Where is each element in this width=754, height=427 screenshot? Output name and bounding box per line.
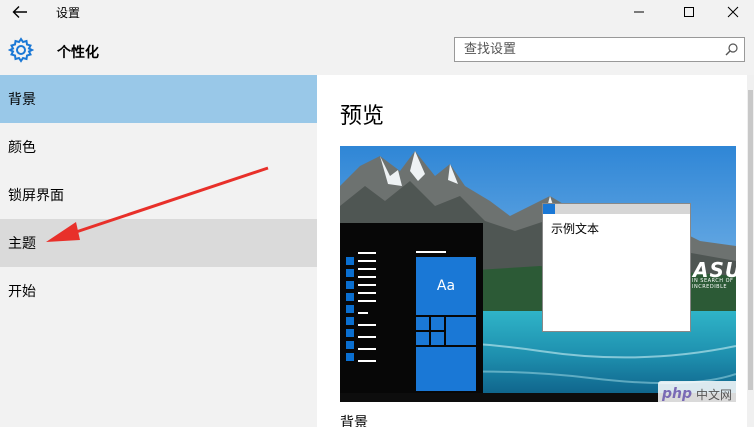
wallpaper-brand-tagline: IN SEARCH OF INCREDIBLE — [692, 278, 734, 290]
back-button[interactable] — [6, 1, 34, 23]
sidebar-item-lock-screen[interactable]: 锁屏界面 — [0, 171, 317, 219]
tile-aa: Aa — [416, 257, 476, 315]
medium-tile — [446, 317, 476, 345]
small-tile — [416, 317, 429, 330]
start-menu-line — [358, 284, 376, 286]
start-menu-line — [358, 336, 376, 338]
small-tile — [431, 317, 444, 330]
small-tile — [431, 332, 444, 345]
search-box[interactable] — [454, 37, 745, 62]
sidebar-item-themes[interactable]: 主题 — [0, 219, 317, 267]
background-section-label: 背景 — [340, 415, 368, 427]
maximize-button[interactable] — [666, 0, 712, 24]
maximize-icon — [684, 7, 694, 17]
start-app-tile — [346, 281, 354, 289]
page-title: 个性化 — [57, 45, 99, 61]
sidebar-item-colors[interactable]: 颜色 — [0, 123, 317, 171]
start-app-tile — [346, 317, 354, 325]
start-menu-line — [358, 324, 376, 326]
watermark-logo: php — [662, 386, 693, 402]
watermark: php 中文网 — [658, 381, 746, 407]
sample-window: 示例文本 — [542, 203, 691, 332]
start-menu-line — [358, 252, 376, 254]
start-menu-line — [358, 268, 376, 270]
start-menu-line — [358, 276, 376, 278]
sample-window-text: 示例文本 — [551, 222, 600, 236]
page-header: 个性化 — [0, 26, 754, 75]
sidebar-item-start[interactable]: 开始 — [0, 267, 317, 315]
search-input[interactable] — [455, 38, 715, 61]
minimize-button[interactable] — [616, 0, 662, 24]
start-menu-line — [358, 348, 376, 350]
arrow-left-icon — [12, 6, 27, 18]
close-button[interactable] — [710, 0, 754, 24]
close-icon — [727, 6, 739, 18]
sample-window-titlebar — [543, 204, 690, 214]
sample-window-accent — [543, 204, 555, 214]
scrollbar-thumb[interactable] — [748, 90, 753, 390]
preview-heading: 预览 — [340, 104, 385, 129]
tile-header-line — [416, 251, 446, 253]
start-app-tile — [346, 329, 354, 337]
wide-tile — [416, 347, 476, 391]
start-app-tile — [346, 293, 354, 301]
title-bar: 设置 — [0, 0, 754, 26]
sidebar: 背景 颜色 锁屏界面 主题 开始 — [0, 75, 317, 427]
minimize-icon — [634, 11, 644, 13]
search-icon[interactable] — [725, 43, 738, 56]
start-app-tile — [346, 269, 354, 277]
start-app-tile — [346, 305, 354, 313]
start-menu-line — [358, 312, 368, 314]
start-app-tile — [346, 257, 354, 265]
start-menu-line — [358, 300, 376, 302]
sidebar-item-background[interactable]: 背景 — [0, 75, 317, 123]
start-app-tile — [346, 341, 354, 349]
gear-icon — [8, 37, 34, 63]
start-menu-line — [358, 292, 376, 294]
start-menu-line — [358, 360, 376, 362]
watermark-text: 中文网 — [696, 387, 733, 402]
start-menu-line — [358, 260, 376, 262]
window-title: 设置 — [56, 6, 81, 20]
small-tile — [416, 332, 429, 345]
start-app-tile — [346, 353, 354, 361]
